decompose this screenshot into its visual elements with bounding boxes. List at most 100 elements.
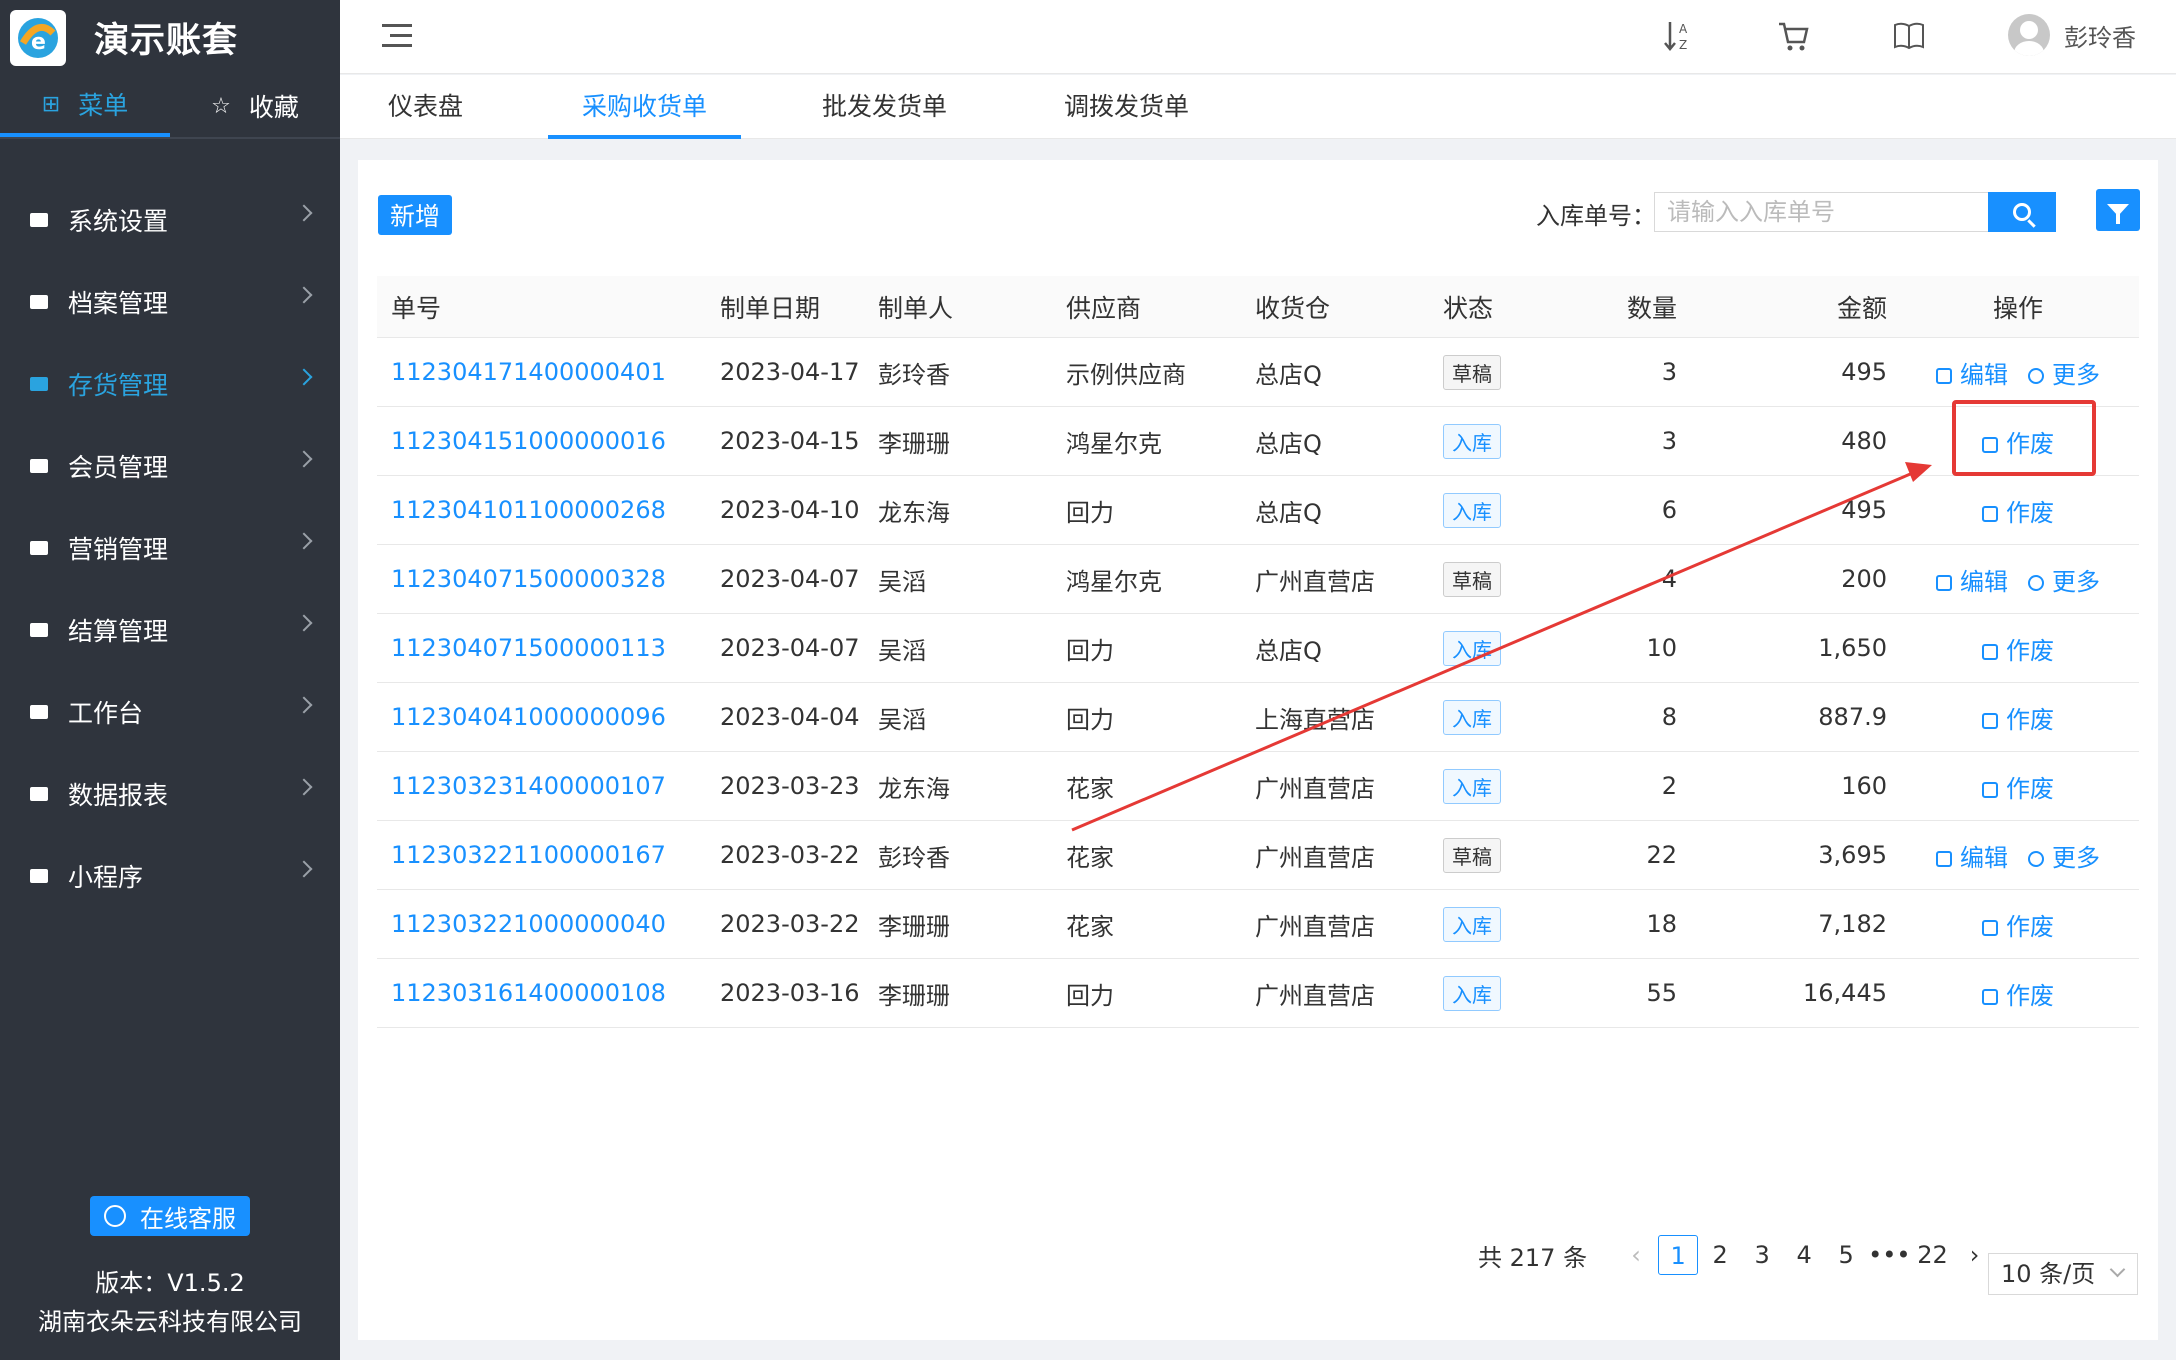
row-date: 2023-03-22	[720, 910, 860, 938]
sort-az-icon[interactable]: AZ	[1660, 18, 1700, 58]
header-warehouse: 收货仓	[1255, 293, 1331, 323]
sidebar-tab-menu[interactable]: ⊞ 菜单	[0, 75, 170, 137]
more-button[interactable]: 更多	[2028, 355, 2100, 390]
page-button[interactable]: 4	[1784, 1235, 1824, 1275]
row-date: 2023-04-07	[720, 634, 860, 662]
app-title: 演示账套	[94, 21, 239, 61]
sidebar-item-mini-program[interactable]: 小程序	[0, 835, 340, 917]
edit-button[interactable]: 编辑	[1936, 838, 2008, 873]
row-ops: 作废	[1923, 476, 2113, 544]
row-supplier: 花家	[1066, 912, 1114, 941]
void-button[interactable]: 作废	[1982, 493, 2054, 528]
sidebar-item-marketing-management[interactable]: 营销管理	[0, 507, 340, 589]
table-row: 112304151000000016 2023-04-15 李珊珊 鸿星尔克 总店Q 入库…	[377, 407, 2139, 476]
sidebar-item-label: 小程序	[68, 863, 144, 892]
tab-transfer-delivery[interactable]: 调拨发货单	[1064, 75, 1189, 139]
receipt-no-link[interactable]: 112304071500000328	[391, 545, 666, 613]
sidebar-item-system-settings[interactable]: 系统设置	[0, 179, 340, 261]
sidebar-item-data-reports[interactable]: 数据报表	[0, 753, 340, 835]
user-menu[interactable]: 彭玲香	[2008, 14, 2136, 56]
row-warehouse: 上海直营店	[1255, 705, 1375, 734]
sidebar-tab-favorites[interactable]: ☆ 收藏	[170, 75, 340, 137]
more-button[interactable]: 更多	[2028, 562, 2100, 597]
row-date: 2023-03-16	[720, 979, 860, 1007]
table-row: 112304101100000268 2023-04-10 龙东海 回力 总店Q 入库 6 4…	[377, 476, 2139, 545]
row-qty: 4	[1661, 565, 1677, 593]
page-button[interactable]: 3	[1742, 1235, 1782, 1275]
prev-page-icon[interactable]: ‹	[1616, 1235, 1656, 1275]
page-button[interactable]: 1	[1658, 1235, 1699, 1275]
chevron-right-icon	[295, 778, 313, 796]
status-badge: 入库	[1443, 423, 1501, 459]
void-button[interactable]: 作废	[1982, 907, 2054, 942]
filter-button[interactable]	[2096, 189, 2140, 231]
status-badge: 入库	[1443, 906, 1501, 942]
row-actions: 作废	[1923, 769, 2113, 804]
row-qty: 3	[1661, 358, 1677, 386]
cart-icon[interactable]	[1774, 18, 1814, 58]
sidebar-item-member-management[interactable]: 会员管理	[0, 425, 340, 507]
search-button[interactable]	[1988, 192, 2056, 232]
sidebar-item-label: 数据报表	[68, 781, 169, 810]
receipt-no-input[interactable]	[1654, 192, 1989, 232]
table-row: 112303231400000107 2023-03-23 龙东海 花家 广州直营店 入库…	[377, 752, 2139, 821]
page-button[interactable]: 22	[1913, 1235, 1953, 1275]
system-settings-icon	[30, 213, 48, 227]
receipt-no-link[interactable]: 112303161400000108	[391, 959, 666, 1027]
edit-button[interactable]: 编辑	[1936, 562, 2008, 597]
filter-icon	[2107, 204, 2129, 224]
menu-toggle-icon[interactable]	[382, 24, 412, 50]
row-status: 入库	[1443, 890, 1501, 958]
sidebar-item-archive-management[interactable]: 档案管理	[0, 261, 340, 343]
book-icon[interactable]	[1889, 18, 1929, 58]
row-amount: 200	[1841, 565, 1887, 593]
receipt-no-link[interactable]: 112303221000000040	[391, 890, 666, 958]
edit-button[interactable]: 编辑	[1936, 355, 2008, 390]
search-label: 入库单号：	[1536, 202, 1656, 230]
sidebar-item-label: 营销管理	[68, 535, 169, 564]
void-button[interactable]: 作废	[1982, 769, 2054, 804]
tab-purchase-receipt[interactable]: 采购收货单	[548, 75, 742, 139]
table-row: 112303221000000040 2023-03-22 李珊珊 花家 广州直营店 入库…	[377, 890, 2139, 959]
add-button[interactable]: 新增	[378, 195, 452, 235]
page-button[interactable]: 2	[1700, 1235, 1740, 1275]
tab-wholesale-delivery[interactable]: 批发发货单	[822, 75, 947, 139]
void-button[interactable]: 作废	[1982, 700, 2054, 735]
receipt-no-link[interactable]: 112304151000000016	[391, 407, 666, 475]
sidebar-item-settlement-management[interactable]: 结算管理	[0, 589, 340, 671]
void-icon	[1982, 781, 1998, 798]
void-label: 作废	[2006, 981, 2054, 1010]
row-maker: 龙东海	[878, 774, 950, 803]
row-amount: 160	[1841, 772, 1887, 800]
settlement-management-icon	[30, 623, 48, 637]
more-button[interactable]: 更多	[2028, 838, 2100, 873]
more-icon	[2028, 850, 2044, 867]
receipt-no-link[interactable]: 112303231400000107	[391, 752, 666, 820]
receipt-no-link[interactable]: 112304041000000096	[391, 683, 666, 751]
sidebar-item-workbench[interactable]: 工作台	[0, 671, 340, 753]
table-row: 112303221100000167 2023-03-22 彭玲香 花家 广州直营店 草稿…	[377, 821, 2139, 890]
row-status: 入库	[1443, 683, 1501, 751]
receipt-no-link[interactable]: 112304071500000113	[391, 614, 666, 682]
receipt-no-link[interactable]: 112303221100000167	[391, 821, 666, 889]
status-badge: 草稿	[1443, 837, 1501, 873]
void-button[interactable]: 作废	[1982, 631, 2054, 666]
page-ellipsis[interactable]: •••	[1868, 1235, 1910, 1275]
void-button[interactable]: 作废	[1982, 976, 2054, 1011]
header-amount: 金额	[1836, 293, 1887, 323]
receipt-no-link[interactable]: 112304101100000268	[391, 476, 666, 544]
page-size-select[interactable]: 10 条/页	[1988, 1253, 2138, 1295]
page-button[interactable]: 5	[1826, 1235, 1866, 1275]
online-service-label: 在线客服	[140, 1204, 236, 1233]
row-ops: 作废	[1923, 959, 2113, 1027]
row-actions: 编辑 更多	[1923, 355, 2113, 390]
tab-dashboard[interactable]: 仪表盘	[388, 75, 463, 139]
svg-text:e: e	[31, 30, 46, 55]
row-ops: 作废	[1923, 890, 2113, 958]
receipt-no-link[interactable]: 112304171400000401	[391, 338, 666, 406]
row-amount: 7,182	[1818, 910, 1887, 938]
sidebar-item-inventory-management[interactable]: 存货管理	[0, 343, 340, 425]
row-maker: 吴滔	[878, 567, 926, 596]
row-amount: 480	[1841, 427, 1887, 455]
online-service-button[interactable]: 在线客服	[90, 1196, 250, 1236]
